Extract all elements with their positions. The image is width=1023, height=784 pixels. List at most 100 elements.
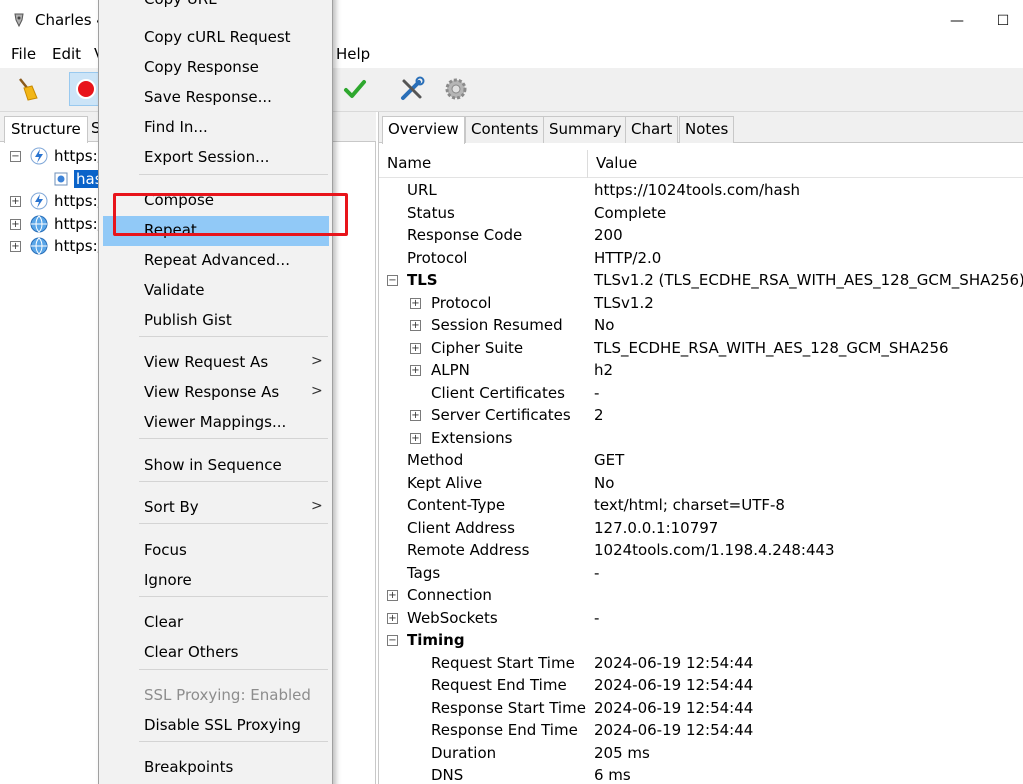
tab-notes[interactable]: Notes — [679, 116, 735, 143]
menu-item-copy-url[interactable]: Copy URL — [99, 0, 332, 15]
chevron-right-icon: > — [311, 498, 323, 514]
expand-icon[interactable]: + — [410, 342, 421, 354]
menu-item-copy-response[interactable]: Copy Response — [99, 53, 332, 83]
menu-separator — [139, 336, 328, 337]
menu-file[interactable]: File — [11, 45, 36, 63]
tab-chart[interactable]: Chart — [625, 116, 679, 143]
expand-icon[interactable]: + — [10, 195, 21, 207]
menu-item-label: SSL Proxying: Enabled — [144, 686, 311, 704]
lightning-icon — [30, 192, 48, 210]
overview-pane: Overview Contents Summary Chart Notes Na… — [378, 112, 1023, 784]
overview-row[interactable]: + Server Certificates 2 — [379, 405, 1023, 428]
row-value: h2 — [594, 361, 614, 379]
menu-item-label: Find In... — [144, 118, 208, 136]
menu-item-show-in-sequence[interactable]: Show in Sequence — [99, 451, 332, 481]
overview-row[interactable]: + ALPN h2 — [379, 360, 1023, 383]
tree-node-host-2[interactable]: + https:/ — [10, 190, 103, 212]
menu-item-ignore[interactable]: Ignore — [99, 566, 332, 596]
overview-row[interactable]: + Extensions — [379, 428, 1023, 451]
menu-item-copy-curl-request[interactable]: Copy cURL Request — [99, 23, 332, 53]
collapse-icon[interactable]: − — [10, 150, 21, 162]
overview-row[interactable]: Duration 205 ms — [379, 743, 1023, 766]
overview-row[interactable]: Client Certificates - — [379, 383, 1023, 406]
menu-item-export-session[interactable]: Export Session... — [99, 143, 332, 173]
tab-overview[interactable]: Overview — [382, 116, 465, 144]
maximize-button[interactable]: ☐ — [980, 6, 1023, 36]
menu-item-label: Copy cURL Request — [144, 28, 291, 46]
menu-item-clear-others[interactable]: Clear Others — [99, 638, 332, 668]
overview-row[interactable]: + Cipher Suite TLS_ECDHE_RSA_WITH_AES_128_… — [379, 338, 1023, 361]
menu-item-find-in[interactable]: Find In... — [99, 113, 332, 143]
expand-icon[interactable]: + — [410, 432, 421, 444]
overview-row[interactable]: Request End Time 2024-06-19 12:54:44 — [379, 675, 1023, 698]
overview-row[interactable]: URL https://1024tools.com/hash — [379, 180, 1023, 203]
overview-row[interactable]: Protocol HTTP/2.0 — [379, 248, 1023, 271]
tree-node-host-4[interactable]: + https:/ — [10, 235, 103, 257]
row-value: 127.0.0.1:10797 — [594, 518, 719, 537]
collapse-icon[interactable]: − — [387, 275, 398, 286]
menu-item-view-response-as[interactable]: View Response As > — [99, 378, 332, 408]
menu-help[interactable]: Help — [336, 45, 370, 63]
menu-item-repeat-advanced[interactable]: Repeat Advanced... — [99, 246, 332, 276]
row-name: Extensions — [431, 428, 513, 447]
overview-row[interactable]: Kept Alive No — [379, 473, 1023, 496]
column-value-header[interactable]: Value — [596, 154, 637, 172]
menu-item-clear[interactable]: Clear — [99, 608, 332, 638]
tab-structure[interactable]: Structure — [4, 116, 88, 143]
tree-node-host-3[interactable]: + https:/ — [10, 213, 103, 235]
menu-separator — [139, 174, 328, 175]
column-name-header[interactable]: Name — [387, 154, 431, 172]
menu-item-view-request-as[interactable]: View Request As > — [99, 348, 332, 378]
menu-item-publish-gist[interactable]: Publish Gist — [99, 306, 332, 336]
overview-row[interactable]: Request Start Time 2024-06-19 12:54:44 — [379, 653, 1023, 676]
overview-row[interactable]: + Session Resumed No — [379, 315, 1023, 338]
expand-icon[interactable]: + — [10, 218, 21, 230]
tools-button[interactable] — [395, 72, 429, 106]
expand-icon[interactable]: + — [410, 297, 421, 309]
settings-button[interactable] — [439, 72, 473, 106]
expand-icon[interactable]: + — [10, 240, 21, 252]
overview-row[interactable]: Remote Address 1024tools.com/1.198.4.248:… — [379, 540, 1023, 563]
menu-item-breakpoints[interactable]: Breakpoints — [99, 753, 332, 783]
tree-node-label: https:/ — [54, 147, 103, 165]
minimize-button[interactable]: — — [934, 6, 980, 36]
overview-row[interactable]: Response End Time 2024-06-19 12:54:44 — [379, 720, 1023, 743]
expand-icon[interactable]: + — [387, 590, 398, 601]
overview-row[interactable]: Response Start Time 2024-06-19 12:54:44 — [379, 698, 1023, 721]
collapse-icon[interactable]: − — [387, 635, 398, 646]
tab-summary[interactable]: Summary — [543, 116, 628, 143]
tree-node-host-1[interactable]: − https:/ — [10, 145, 103, 167]
tab-contents[interactable]: Contents — [465, 116, 545, 143]
column-divider[interactable] — [587, 150, 588, 178]
globe-icon — [30, 215, 48, 233]
overview-row[interactable]: Method GET — [379, 450, 1023, 473]
row-name: URL — [407, 181, 437, 199]
overview-row[interactable]: − Timing — [379, 630, 1023, 653]
overview-row[interactable]: Status Complete — [379, 203, 1023, 226]
broom-icon — [19, 78, 38, 101]
menu-item-disable-ssl-proxying[interactable]: Disable SSL Proxying — [99, 711, 332, 741]
expand-icon[interactable]: + — [410, 410, 421, 421]
menu-item-sort-by[interactable]: Sort By > — [99, 493, 332, 523]
tree-node-hash[interactable]: has — [54, 168, 105, 190]
overview-row[interactable]: + Protocol TLSv1.2 — [379, 293, 1023, 316]
menu-item-viewer-mappings[interactable]: Viewer Mappings... — [99, 408, 332, 438]
overview-row[interactable]: Response Code 200 — [379, 225, 1023, 248]
overview-row[interactable]: Content-Type text/html; charset=UTF-8 — [379, 495, 1023, 518]
overview-row[interactable]: DNS 6 ms — [379, 765, 1023, 784]
menu-item-focus[interactable]: Focus — [99, 536, 332, 566]
right-tab-bar: Overview Contents Summary Chart Notes — [379, 112, 1023, 144]
menu-edit[interactable]: Edit — [52, 45, 81, 63]
overview-row[interactable]: Client Address 127.0.0.1:10797 — [379, 518, 1023, 541]
overview-row[interactable]: + WebSockets - — [379, 608, 1023, 631]
menu-item-save-response[interactable]: Save Response... — [99, 83, 332, 113]
expand-icon[interactable]: + — [410, 365, 421, 376]
clear-session-button[interactable] — [10, 72, 44, 106]
expand-icon[interactable]: + — [410, 320, 421, 331]
menu-item-validate[interactable]: Validate — [99, 276, 332, 306]
overview-row[interactable]: Tags - — [379, 563, 1023, 586]
expand-icon[interactable]: + — [387, 612, 398, 624]
overview-row[interactable]: − TLS TLSv1.2 (TLS_ECDHE_RSA_WITH_AES_128_… — [379, 270, 1023, 293]
overview-row[interactable]: + Connection — [379, 585, 1023, 608]
validate-button[interactable] — [338, 72, 372, 106]
